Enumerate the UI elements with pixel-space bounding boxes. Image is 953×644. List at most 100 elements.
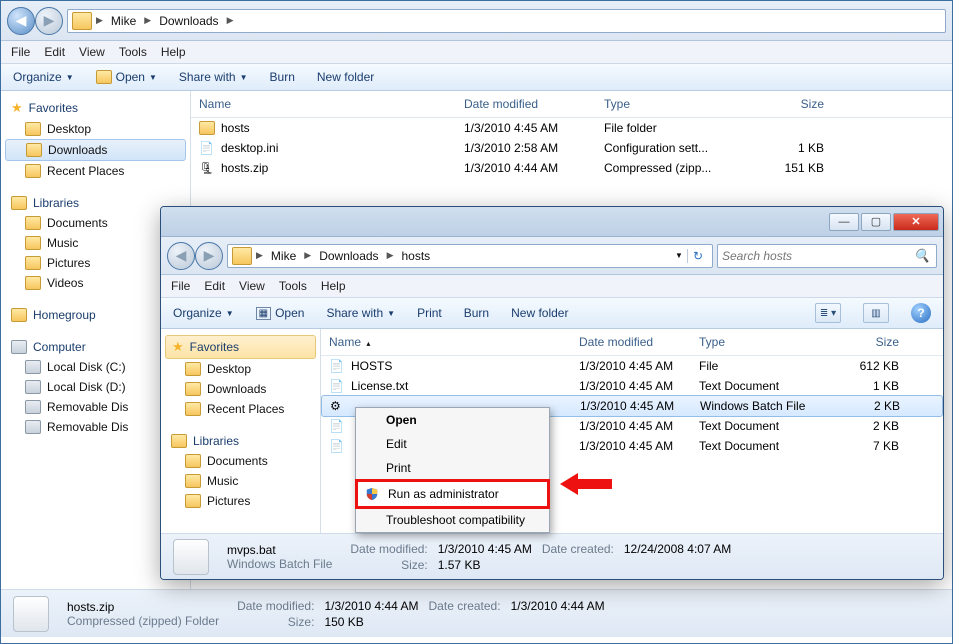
menu-file[interactable]: File: [11, 45, 30, 59]
sidebar-computer-header[interactable]: Computer: [5, 337, 186, 357]
ctx-print[interactable]: Print: [356, 456, 549, 480]
nav-forward-button[interactable]: ▶: [195, 242, 223, 270]
maximize-button[interactable]: ▢: [861, 213, 891, 231]
breadcrumb-mike[interactable]: Mike: [267, 247, 300, 265]
inner-title-bar[interactable]: — ▢ ✕: [161, 207, 943, 237]
address-dropdown-icon[interactable]: ▼: [675, 251, 683, 260]
sidebar-item-music[interactable]: Music: [5, 233, 186, 253]
cmd-share[interactable]: Share with▼: [326, 306, 395, 320]
col-name[interactable]: Name ▴: [329, 333, 579, 351]
sidebar-item-drive-d[interactable]: Local Disk (D:): [5, 377, 186, 397]
cmd-open[interactable]: Open▼: [96, 70, 157, 84]
sidebar-item-downloads[interactable]: Downloads: [165, 379, 316, 399]
sidebar-item-drive-c[interactable]: Local Disk (C:): [5, 357, 186, 377]
menu-help[interactable]: Help: [321, 279, 346, 293]
file-row[interactable]: 📄License.txt 1/3/2010 4:45 AMText Docume…: [321, 376, 943, 396]
breadcrumb-hosts[interactable]: hosts: [397, 247, 434, 265]
col-date[interactable]: Date modified: [579, 333, 699, 351]
col-type[interactable]: Type: [699, 333, 829, 351]
col-size[interactable]: Size: [829, 333, 899, 351]
library-icon: [11, 196, 27, 210]
breadcrumb-downloads[interactable]: Downloads: [315, 247, 382, 265]
nav-back-button[interactable]: ◀: [167, 242, 195, 270]
menu-help[interactable]: Help: [161, 45, 186, 59]
address-bar[interactable]: ▶ Mike ▶ Downloads ▶: [67, 9, 946, 33]
search-placeholder: Search hosts: [722, 249, 792, 263]
sidebar-libraries-header[interactable]: Libraries: [5, 193, 186, 213]
chevron-right-icon: ▶: [227, 15, 234, 26]
sidebar-item-pictures[interactable]: Pictures: [165, 491, 316, 511]
ctx-troubleshoot[interactable]: Troubleshoot compatibility: [356, 508, 549, 532]
sidebar-item-downloads[interactable]: Downloads: [5, 139, 186, 161]
file-row[interactable]: 📄HOSTS 1/3/2010 4:45 AMFile612 KB: [321, 356, 943, 376]
sidebar-favorites-header[interactable]: ★Favorites: [165, 335, 316, 359]
address-bar[interactable]: ▶ Mike ▶ Downloads ▶ hosts ▼ ↻: [227, 244, 713, 268]
col-size[interactable]: Size: [744, 95, 824, 113]
sidebar-item-documents[interactable]: Documents: [5, 213, 186, 233]
sidebar-item-documents[interactable]: Documents: [165, 451, 316, 471]
file-row[interactable]: 🗜hosts.zip 1/3/2010 4:44 AMCompressed (z…: [191, 158, 952, 178]
text-file-icon: 📄: [329, 419, 345, 433]
sidebar-item-recent[interactable]: Recent Places: [165, 399, 316, 419]
cmd-newfolder[interactable]: New folder: [511, 306, 568, 320]
search-input[interactable]: Search hosts 🔍: [717, 244, 937, 268]
cmd-burn[interactable]: Burn: [464, 306, 489, 320]
sidebar-favorites-header[interactable]: ★Favorites: [5, 97, 186, 119]
ctx-run-as-administrator[interactable]: Run as administrator: [355, 479, 550, 509]
sidebar-item-removable-2[interactable]: Removable Dis: [5, 417, 186, 437]
breadcrumb-mike[interactable]: Mike: [107, 12, 140, 30]
menu-tools[interactable]: Tools: [279, 279, 307, 293]
sidebar-item-removable-1[interactable]: Removable Dis: [5, 397, 186, 417]
column-headers[interactable]: Name Date modified Type Size: [191, 91, 952, 118]
column-headers[interactable]: Name ▴ Date modified Type Size: [321, 329, 943, 356]
sidebar-item-music[interactable]: Music: [165, 471, 316, 491]
documents-icon: [185, 454, 201, 468]
menu-tools[interactable]: Tools: [119, 45, 147, 59]
cmd-burn[interactable]: Burn: [270, 70, 295, 84]
close-button[interactable]: ✕: [893, 213, 939, 231]
menu-file[interactable]: File: [171, 279, 190, 293]
downloads-icon: [185, 382, 201, 396]
inner-address-bar-row: ◀ ▶ ▶ Mike ▶ Downloads ▶ hosts ▼ ↻ Searc…: [161, 237, 943, 275]
cmd-print[interactable]: Print: [417, 306, 442, 320]
col-name[interactable]: Name: [199, 95, 464, 113]
inner-menu-bar: File Edit View Tools Help: [161, 275, 943, 298]
cmd-organize[interactable]: Organize▼: [13, 70, 74, 84]
cmd-share[interactable]: Share with▼: [179, 70, 248, 84]
ctx-edit[interactable]: Edit: [356, 432, 549, 456]
ctx-open[interactable]: Open: [356, 408, 549, 432]
pictures-icon: [25, 256, 41, 270]
help-button[interactable]: ?: [911, 303, 931, 323]
menu-view[interactable]: View: [79, 45, 105, 59]
nav-forward-button[interactable]: ▶: [35, 7, 63, 35]
sidebar-libraries-header[interactable]: Libraries: [165, 431, 316, 451]
col-date[interactable]: Date modified: [464, 95, 604, 113]
cmd-newfolder[interactable]: New folder: [317, 70, 374, 84]
file-row[interactable]: hosts 1/3/2010 4:45 AMFile folder: [191, 118, 952, 138]
menu-edit[interactable]: Edit: [44, 45, 65, 59]
cmd-organize[interactable]: Organize▼: [173, 306, 234, 320]
menu-edit[interactable]: Edit: [204, 279, 225, 293]
menu-view[interactable]: View: [239, 279, 265, 293]
status-datemod-lbl: Date modified:: [350, 542, 427, 556]
ctx-run-as-administrator-label: Run as administrator: [388, 487, 499, 501]
col-type[interactable]: Type: [604, 95, 744, 113]
sidebar-item-recent[interactable]: Recent Places: [5, 161, 186, 181]
sidebar-item-desktop[interactable]: Desktop: [5, 119, 186, 139]
file-row[interactable]: 📄desktop.ini 1/3/2010 2:58 AMConfigurati…: [191, 138, 952, 158]
zip-file-icon: 🗜: [199, 161, 215, 175]
refresh-button[interactable]: ↻: [687, 249, 708, 263]
music-icon: [25, 236, 41, 250]
sidebar-item-pictures[interactable]: Pictures: [5, 253, 186, 273]
recent-icon: [185, 402, 201, 416]
sidebar-homegroup-header[interactable]: Homegroup: [5, 305, 186, 325]
nav-back-button[interactable]: ◀: [7, 7, 35, 35]
cmd-open[interactable]: ▦Open: [256, 306, 305, 320]
preview-pane-button[interactable]: ▥: [863, 303, 889, 323]
minimize-button[interactable]: —: [829, 213, 859, 231]
sidebar-item-videos[interactable]: Videos: [5, 273, 186, 293]
view-options-button[interactable]: ≣ ▾: [815, 303, 841, 323]
desktop-icon: [185, 362, 201, 376]
breadcrumb-downloads[interactable]: Downloads: [155, 12, 222, 30]
sidebar-item-desktop[interactable]: Desktop: [165, 359, 316, 379]
